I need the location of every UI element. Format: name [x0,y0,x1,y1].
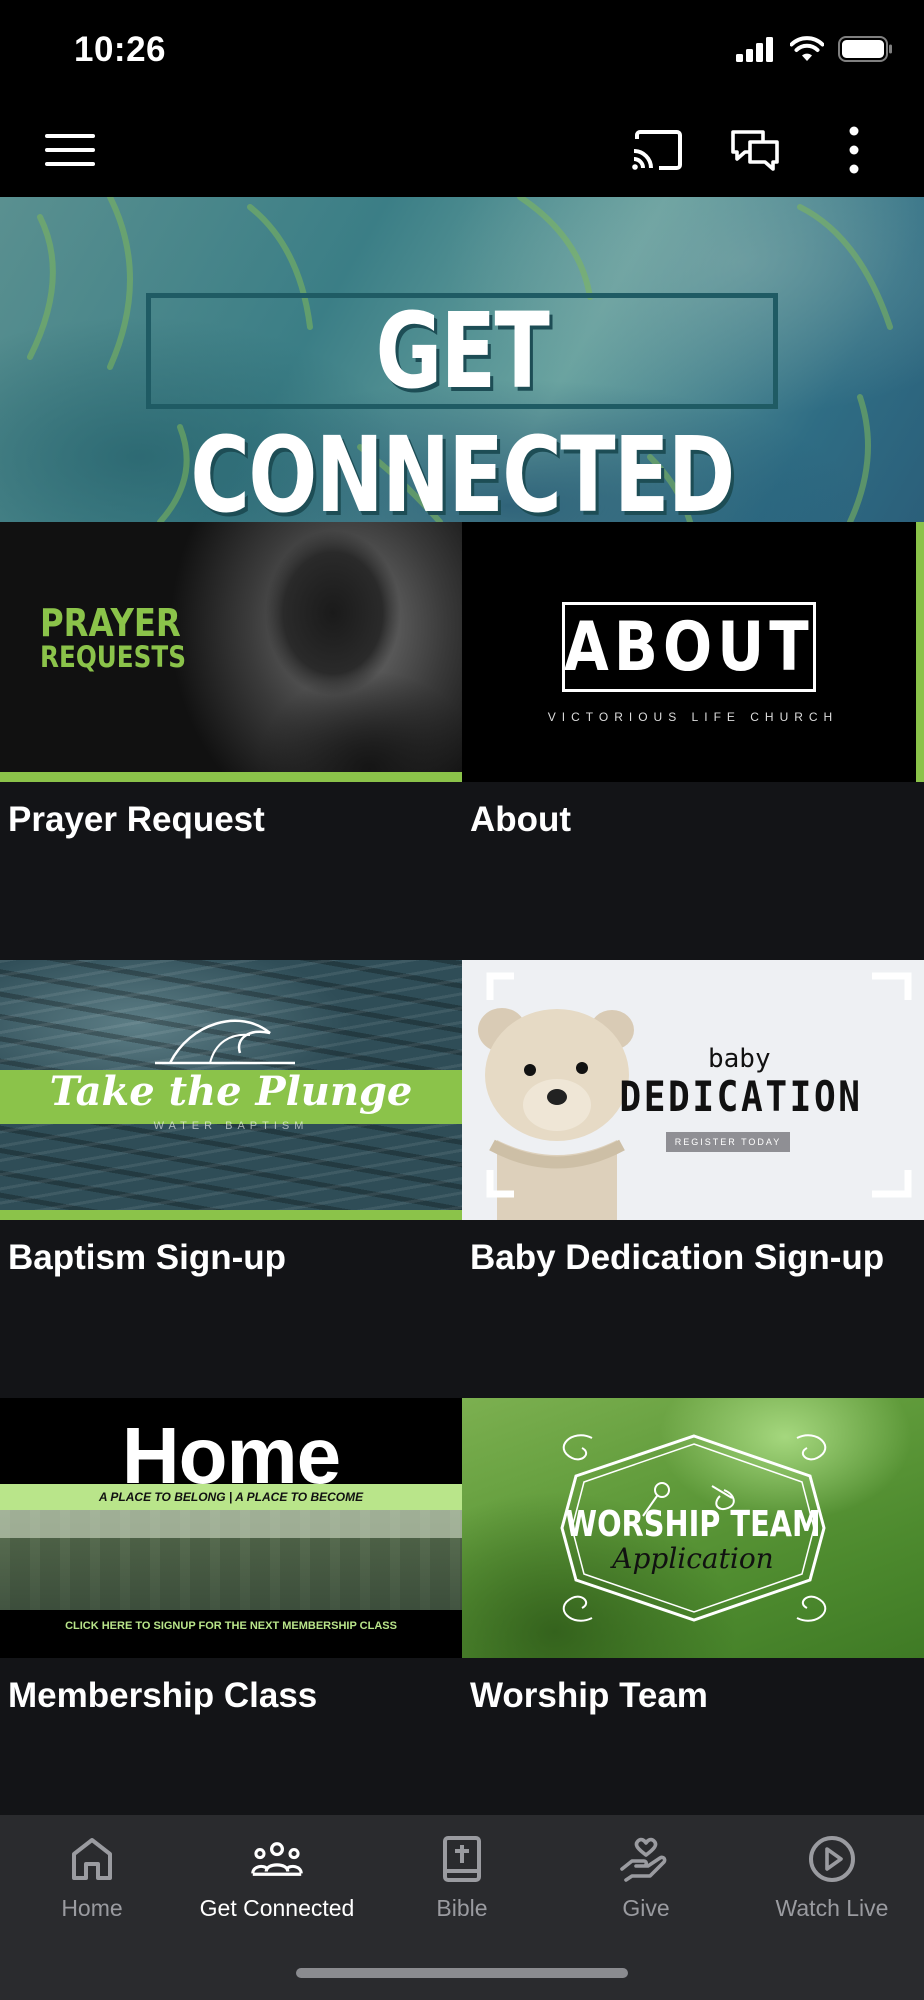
church-building-photo [0,1510,462,1610]
register-today-pill: REGISTER TODAY [666,1132,790,1152]
chat-icon[interactable] [725,120,785,180]
hero-banner: GET CONNECTED [0,197,924,522]
baby-image-title: DEDICATION [619,1072,863,1121]
tile-about[interactable]: ABOUT VICTORIOUS LIFE CHURCH About [462,522,924,960]
tile-label: Worship Team [470,1676,708,1715]
accent-bar [916,522,924,782]
tile-baby-dedication-signup[interactable]: baby DEDICATION REGISTER TODAY Baby Dedi… [462,960,924,1398]
wifi-icon [790,36,824,61]
tab-bible[interactable]: Bible [370,1815,554,1935]
tile-label: Baptism Sign-up [8,1238,287,1277]
status-time: 10:26 [74,30,167,69]
tile-label: Membership Class [8,1676,318,1715]
prayer-image-subtitle: REQUESTS [40,640,186,674]
tab-label: Home [61,1895,123,1921]
membership-image-cta: CLICK HERE TO SIGNUP FOR THE NEXT MEMBER… [65,1620,397,1632]
about-logo-box: ABOUT [562,602,816,692]
membership-image-tagline: A PLACE TO BELONG | A PLACE TO BECOME [0,1484,462,1510]
people-group-icon [251,1833,303,1885]
membership-class-image: Home A PLACE TO BELONG | A PLACE TO BECO… [0,1398,462,1658]
cellular-signal-icon [736,37,773,62]
wave-icon [155,1019,295,1065]
home-icon [66,1833,118,1885]
tab-label: Give [622,1895,670,1921]
baby-image-script: baby [708,1044,771,1074]
tile-prayer-request[interactable]: PRAYER REQUESTS Prayer Request [0,522,462,960]
tile-label: Baby Dedication Sign-up [470,1238,885,1277]
tab-give[interactable]: Give [554,1815,738,1935]
cast-icon[interactable] [627,120,687,180]
about-image-subtitle: VICTORIOUS LIFE CHURCH [547,710,839,724]
give-hand-heart-icon [620,1833,672,1885]
worship-team-image: WORSHIP TEAM Application [462,1398,924,1658]
worship-image-title: WORSHIP TEAM [565,1504,821,1545]
tab-label: Get Connected [199,1895,355,1921]
about-image: ABOUT VICTORIOUS LIFE CHURCH [462,522,924,782]
home-indicator [296,1968,628,1978]
tab-label: Bible [436,1895,488,1921]
baptism-image-title: Take the Plunge [49,1068,413,1115]
tile-label: About [470,800,572,839]
worship-image-subtitle: Application [612,1542,774,1575]
baptism-image: Take the Plunge WATER BAPTISM [0,960,462,1220]
tab-watch-live[interactable]: Watch Live [740,1815,924,1935]
hero-title: GET CONNECTED [190,290,735,522]
baby-dedication-image: baby DEDICATION REGISTER TODAY [462,960,924,1220]
top-app-bar [0,100,924,197]
hamburger-menu-icon[interactable] [40,120,100,180]
play-circle-icon [806,1833,858,1885]
tab-home[interactable]: Home [0,1815,184,1935]
tile-label: Prayer Request [8,800,265,839]
tile-baptism-signup[interactable]: Take the Plunge WATER BAPTISM Baptism Si… [0,960,462,1398]
bible-icon [436,1833,488,1885]
tab-label: Watch Live [775,1895,889,1921]
prayer-request-image: PRAYER REQUESTS [0,522,462,782]
accent-bar [0,1210,462,1220]
status-bar: 10:26 [0,0,924,100]
prayer-image-title: PRAYER [40,601,181,645]
tab-get-connected[interactable]: Get Connected [185,1815,369,1935]
tile-membership-class[interactable]: Home A PLACE TO BELONG | A PLACE TO BECO… [0,1398,462,1836]
accent-bar [0,772,462,782]
baptism-image-subtitle: WATER BAPTISM [153,1120,309,1132]
more-vertical-icon[interactable] [824,120,884,180]
tile-worship-team[interactable]: WORSHIP TEAM Application Worship Team [462,1398,924,1836]
status-icons [736,36,894,62]
about-image-title: ABOUT [564,607,814,687]
battery-icon [838,36,892,62]
